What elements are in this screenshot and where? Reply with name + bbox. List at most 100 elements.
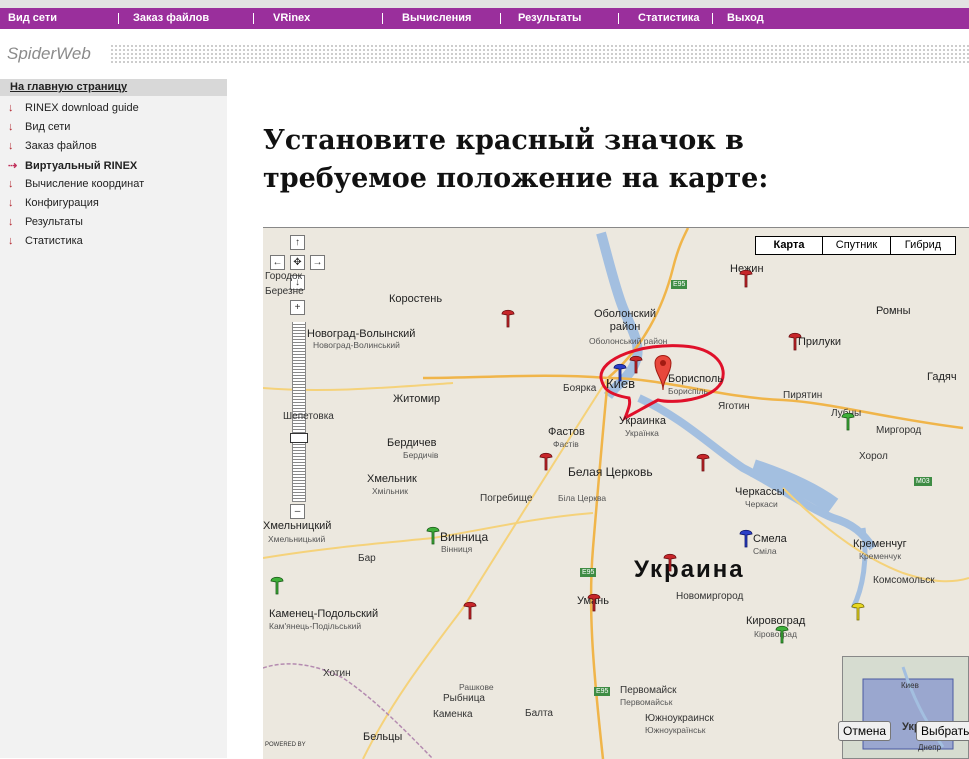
- zoom-in-button[interactable]: +: [290, 300, 305, 315]
- arrow-down-icon: ↓: [8, 178, 14, 190]
- sidebar-item-configuration[interactable]: ↓ Конфигурация: [8, 197, 99, 213]
- city-label: Боярка: [563, 383, 597, 394]
- city-label: Яготин: [718, 401, 750, 412]
- city-label: Ромны: [876, 305, 911, 317]
- sidebar-item-label: Виртуальный RINEX: [25, 160, 138, 172]
- sidebar-item-label: Вычисление координат: [25, 178, 145, 190]
- arrow-down-icon: ↓: [8, 140, 14, 152]
- city-label: Винница: [440, 530, 489, 544]
- nav-logout[interactable]: Выход: [727, 8, 764, 29]
- station-pin-red[interactable]: [587, 592, 601, 612]
- nav-results[interactable]: Результаты: [518, 8, 581, 29]
- powered-by-label: POWERED BY: [265, 742, 306, 748]
- sidebar-item-order-files[interactable]: ↓ Заказ файлов: [8, 140, 97, 156]
- nav-calculations[interactable]: Вычисления: [402, 8, 471, 29]
- city-label: Комсомольск: [873, 575, 935, 586]
- sidebar-item-statistics[interactable]: ↓ Статистика: [8, 235, 83, 251]
- city-label: Березне: [265, 286, 304, 297]
- city-label: Первомайск: [620, 685, 677, 696]
- station-pin-blue[interactable]: [613, 362, 627, 382]
- station-pin-red[interactable]: [696, 452, 710, 472]
- city-label-ua: Кам'янець-Подільський: [269, 621, 362, 631]
- city-label-ua: Бориспіль: [668, 386, 708, 396]
- station-pin-yellow[interactable]: [851, 601, 865, 621]
- arrow-down-icon: ↓: [8, 235, 14, 247]
- page-title: Установите красный значок в требуемое по…: [263, 125, 769, 194]
- pan-up-button[interactable]: ↑: [290, 235, 305, 250]
- station-pin-red[interactable]: [629, 354, 643, 374]
- city-label: Белая Церковь: [568, 465, 653, 479]
- home-link[interactable]: На главную страницу: [0, 79, 227, 96]
- station-pin-red[interactable]: [739, 268, 753, 288]
- city-label-ua: Черкаси: [745, 499, 778, 509]
- city-label: Южноукраинск: [645, 713, 714, 724]
- overview-minimap[interactable]: Киев Укр Днепр: [842, 656, 969, 759]
- city-label: Коростень: [389, 293, 443, 305]
- city-label-ua: Українка: [625, 428, 659, 438]
- sidebar: На главную страницу ↓ RINEX download guid…: [0, 79, 227, 758]
- station-pin-red[interactable]: [539, 451, 553, 471]
- pan-center-button[interactable]: ✥: [290, 255, 305, 270]
- city-label: Миргород: [876, 425, 922, 436]
- city-label-ua: Первомайськ: [620, 697, 673, 707]
- city-label: Борисполь: [668, 373, 724, 385]
- map-type-hybrid[interactable]: Гибрид: [890, 236, 956, 255]
- brand-logo: SpiderWeb: [7, 44, 91, 63]
- station-pin-green[interactable]: [775, 624, 789, 644]
- nav-separator: [382, 13, 383, 24]
- city-label: Житомир: [393, 393, 441, 405]
- station-pin-blue[interactable]: [739, 528, 753, 548]
- city-label: Бар: [358, 553, 376, 564]
- pan-left-button[interactable]: ←: [270, 255, 285, 270]
- pan-right-button[interactable]: →: [310, 255, 325, 270]
- city-label: Балта: [525, 708, 553, 719]
- sidebar-item-rinex-guide[interactable]: ↓ RINEX download guide: [8, 102, 139, 118]
- top-nav: Вид сети Заказ файлов VRinex Вычисления …: [0, 8, 969, 29]
- nav-network-view[interactable]: Вид сети: [8, 8, 57, 29]
- station-pin-green[interactable]: [841, 411, 855, 431]
- city-label-ua: Бердичів: [403, 450, 439, 460]
- city-label: Городок: [265, 271, 302, 282]
- city-label: Пирятин: [783, 390, 823, 401]
- station-pin-red[interactable]: [463, 600, 477, 620]
- map-type-satellite[interactable]: Спутник: [822, 236, 891, 255]
- city-label: Шепетовка: [283, 411, 334, 422]
- minimap-graphic: [843, 657, 968, 758]
- city-label: Каменка: [433, 709, 473, 720]
- station-pin-green[interactable]: [426, 525, 440, 545]
- sidebar-item-virtual-rinex[interactable]: ⇢ Виртуальный RINEX: [8, 159, 137, 175]
- road-shield: E95: [580, 568, 597, 577]
- sidebar-item-coordinates[interactable]: ↓ Вычисление координат: [8, 178, 144, 194]
- sidebar-item-label: RINEX download guide: [25, 102, 139, 114]
- nav-vrinex[interactable]: VRinex: [273, 8, 310, 29]
- cancel-button[interactable]: Отмена: [838, 721, 892, 741]
- map-type-map[interactable]: Карта: [755, 236, 823, 255]
- nav-statistics[interactable]: Статистика: [638, 8, 700, 29]
- city-label: Оболонский район: [593, 308, 657, 333]
- zoom-out-button[interactable]: –: [290, 504, 305, 519]
- station-pin-red[interactable]: [788, 331, 802, 351]
- nav-separator: [712, 13, 713, 24]
- city-label: Прилуки: [798, 336, 842, 348]
- city-label: Каменец-Подольский: [269, 608, 379, 620]
- city-label-ua: Рашкове: [459, 682, 494, 692]
- city-label: Бердичев: [387, 437, 437, 449]
- sidebar-item-network-view[interactable]: ↓ Вид сети: [8, 121, 70, 137]
- nav-separator: [618, 13, 619, 24]
- sidebar-item-label: Статистика: [25, 235, 83, 247]
- nav-order-files[interactable]: Заказ файлов: [133, 8, 209, 29]
- zoom-slider-thumb[interactable]: [290, 433, 308, 443]
- map-view[interactable]: Карта Спутник Гибрид ↑ ← ✥ → ↓ + – Корос…: [263, 227, 969, 759]
- city-label: Смела: [753, 533, 787, 545]
- city-label: Хорол: [859, 451, 888, 462]
- station-pin-red[interactable]: [663, 552, 677, 572]
- road-shield: M03: [914, 477, 932, 486]
- city-label-ua: Фастів: [553, 439, 579, 449]
- station-pin-red[interactable]: [501, 308, 515, 328]
- sidebar-item-results[interactable]: ↓ Результаты: [8, 216, 83, 232]
- arrow-down-icon: ↓: [8, 216, 14, 228]
- station-pin-green[interactable]: [270, 575, 284, 595]
- city-label: Погребище: [480, 493, 533, 504]
- city-label-ua: Хмільник: [372, 486, 408, 496]
- select-button[interactable]: Выбрать: [916, 721, 969, 741]
